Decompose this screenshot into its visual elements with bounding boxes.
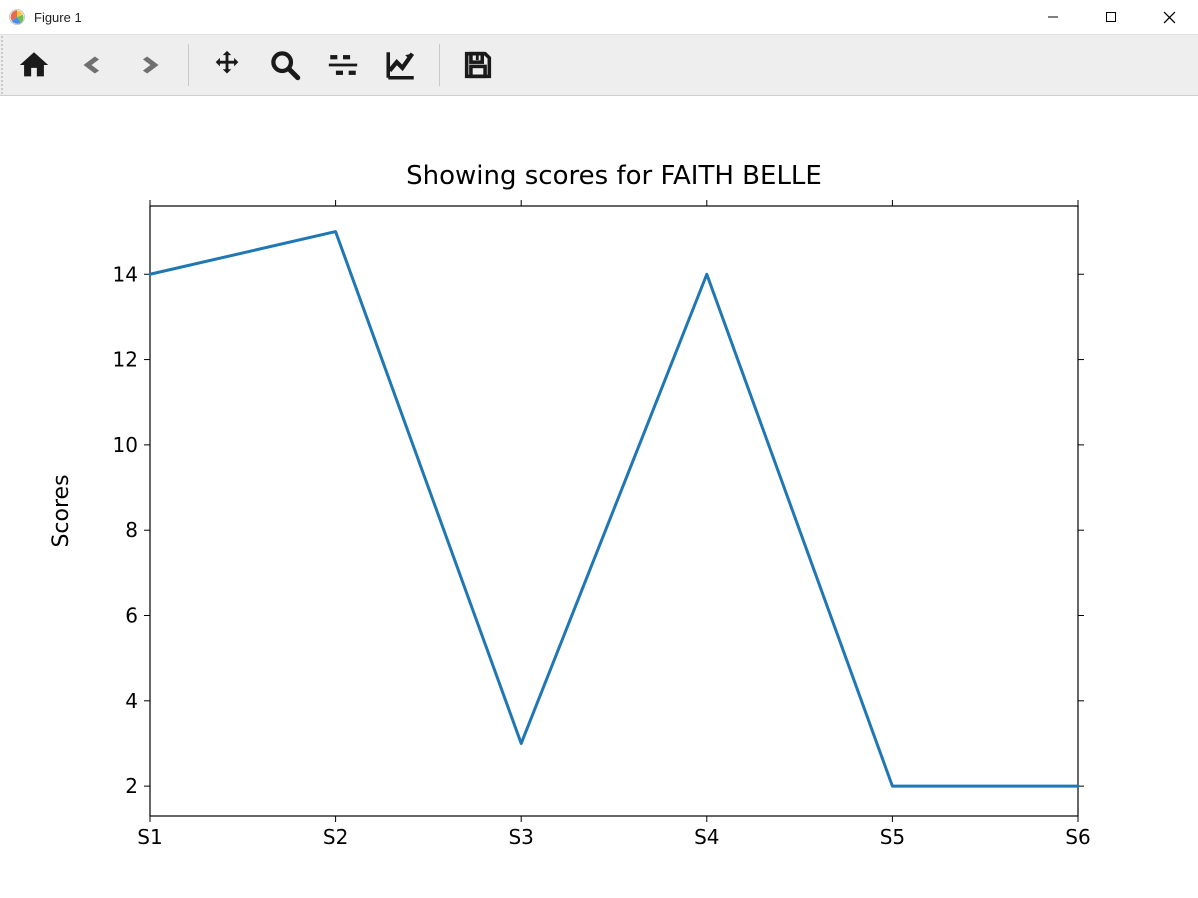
pan-button[interactable]	[207, 45, 247, 85]
x-tick-label: S4	[694, 825, 719, 849]
home-button[interactable]	[14, 45, 54, 85]
y-tick-label: 10	[113, 433, 138, 457]
x-tick-label: S3	[508, 825, 533, 849]
back-button[interactable]	[72, 45, 112, 85]
x-tick-label: S6	[1065, 825, 1090, 849]
y-tick-label: 6	[125, 604, 138, 628]
window-controls	[1024, 0, 1198, 34]
x-tick-label: S2	[323, 825, 348, 849]
toolbar-separator	[188, 44, 189, 86]
matplotlib-toolbar	[0, 34, 1198, 96]
zoom-button[interactable]	[265, 45, 305, 85]
minimize-button[interactable]	[1024, 0, 1082, 34]
line-chart: Showing scores for FAITH BELLE Scores 2 4 6 8…	[0, 96, 1198, 898]
x-tick-label: S5	[880, 825, 905, 849]
window-title: Figure 1	[34, 10, 82, 25]
y-tick-label: 14	[113, 262, 138, 286]
app-icon	[8, 8, 26, 26]
y-tick-label: 4	[125, 689, 138, 713]
close-button[interactable]	[1140, 0, 1198, 34]
forward-button[interactable]	[130, 45, 170, 85]
subplots-button[interactable]	[323, 45, 363, 85]
window-titlebar: Figure 1	[0, 0, 1198, 34]
y-tick-label: 2	[125, 774, 138, 798]
save-button[interactable]	[458, 45, 498, 85]
maximize-button[interactable]	[1082, 0, 1140, 34]
toolbar-separator	[439, 44, 440, 86]
data-line	[150, 232, 1078, 787]
chart-canvas[interactable]: Showing scores for FAITH BELLE Scores 2 4 6 8…	[0, 96, 1198, 898]
y-tick-label: 12	[113, 348, 138, 372]
y-tick-label: 8	[125, 518, 138, 542]
y-axis-label: Scores	[49, 474, 74, 547]
chart-title: Showing scores for FAITH BELLE	[406, 161, 822, 191]
axes-button[interactable]	[381, 45, 421, 85]
x-tick-label: S1	[137, 825, 162, 849]
